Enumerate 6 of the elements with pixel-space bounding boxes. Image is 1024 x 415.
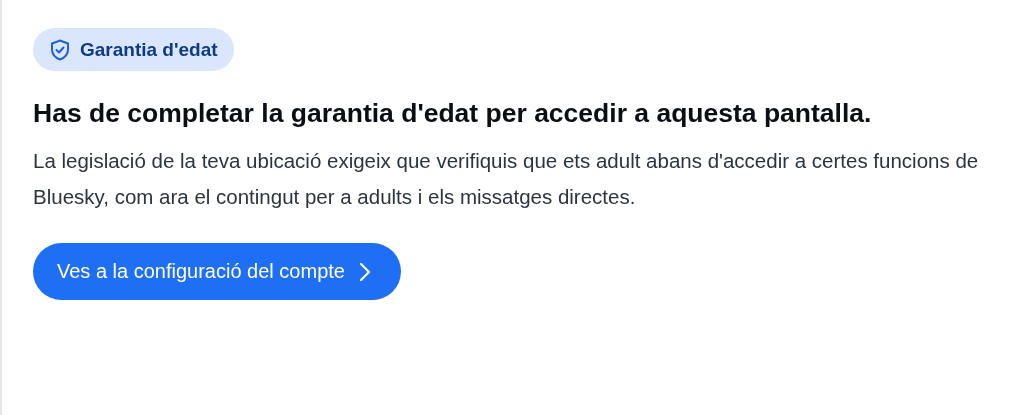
heading: Has de completar la garantia d'edat per accedir a aquesta pantalla. bbox=[33, 97, 872, 130]
description: La legislació de la teva ubicació exigeix que verifiquis que ets adult abans d'accedir a certes funcions de Bluesky, com ara el contingut per a adults i els missatges directes. bbox=[33, 148, 980, 210]
account-settings-button[interactable]: Ves a la configuració del compte bbox=[33, 243, 401, 300]
shield-check-icon bbox=[50, 38, 70, 61]
age-assurance-badge: Garantia d'edat bbox=[33, 28, 234, 71]
chevron-right-icon bbox=[358, 261, 371, 282]
